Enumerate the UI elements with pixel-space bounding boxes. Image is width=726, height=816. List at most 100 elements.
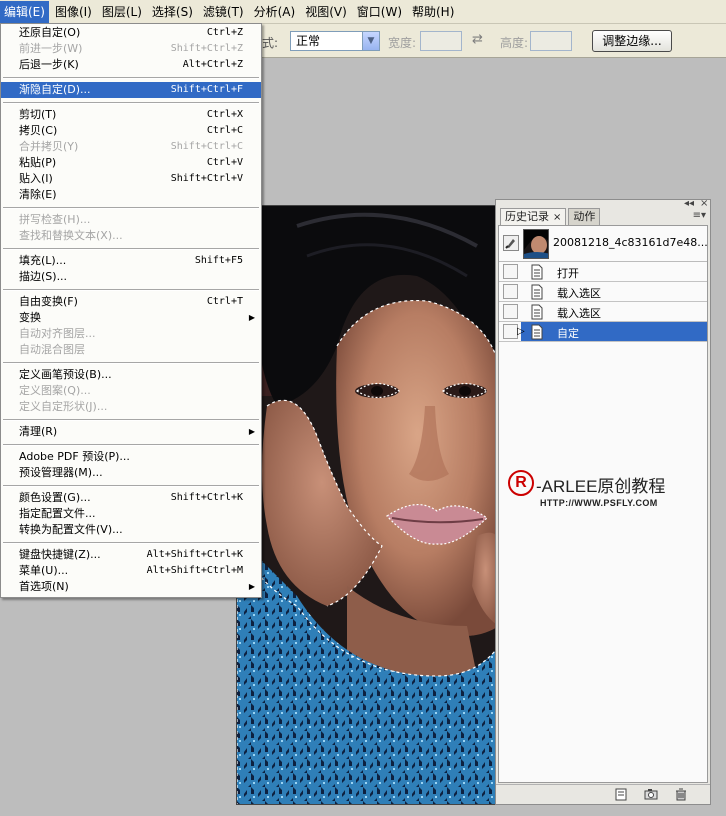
panel-menu-icon[interactable]: ≡▾	[693, 210, 706, 221]
watermark: R -ARLEE原创教程 HTTP://WWW.PSFLY.COM	[508, 470, 708, 514]
history-brush-icon[interactable]	[503, 235, 519, 251]
menu-item-preset-manager[interactable]: 预设管理器(M)...	[1, 465, 261, 481]
menu-item-preferences[interactable]: 首选项(N) ▶	[1, 579, 261, 595]
menu-item-label: 自由变换(F)	[19, 295, 78, 308]
height-label: 高度:	[500, 36, 529, 50]
menu-item-label: 变换	[19, 311, 41, 324]
menu-item-shortcut: Ctrl+X	[206, 109, 243, 120]
menu-item-label: 键盘快捷键(Z)...	[19, 548, 101, 561]
menu-view[interactable]: 视图(V)	[301, 1, 351, 23]
menu-item-label: 渐隐自定(D)...	[19, 83, 91, 96]
history-source-checkbox[interactable]	[503, 264, 518, 279]
menu-item-label: 预设管理器(M)...	[19, 466, 103, 479]
style-select[interactable]: 正常 ▼	[290, 31, 380, 51]
menu-edit[interactable]: 编辑(E)	[0, 0, 49, 23]
history-state[interactable]: 载入选区	[499, 302, 707, 322]
history-source-checkbox[interactable]	[503, 304, 518, 319]
menu-item-label: 剪切(T)	[19, 108, 57, 121]
registered-mark-icon: R	[508, 470, 534, 496]
history-state[interactable]: 打开	[499, 262, 707, 282]
snapshot-thumbnail	[523, 229, 549, 259]
close-icon[interactable]: ×	[553, 212, 561, 223]
menu-item-step-backward[interactable]: 后退一步(K) Alt+Ctrl+Z	[1, 57, 261, 73]
camera-icon[interactable]	[644, 788, 658, 801]
menu-item-shortcut: Shift+Ctrl+F	[170, 84, 243, 95]
width-input[interactable]	[420, 31, 462, 51]
menu-separator	[1, 538, 261, 547]
history-snapshot[interactable]: 20081218_4c83161d7e48...	[499, 226, 708, 262]
menu-item-label: 定义画笔预设(B)...	[19, 368, 112, 381]
menu-item-label: 定义自定形状(J)...	[19, 400, 108, 413]
submenu-arrow-icon: ▶	[248, 427, 255, 436]
menu-item-label: Adobe PDF 预设(P)...	[19, 450, 130, 463]
menu-select[interactable]: 选择(S)	[148, 1, 197, 23]
menu-item-shortcut: Shift+Ctrl+V	[170, 173, 243, 184]
menu-item-label: 粘贴(P)	[19, 156, 57, 169]
menu-item-fill[interactable]: 填充(L)... Shift+F5	[1, 253, 261, 269]
history-state-label: 载入选区	[557, 307, 601, 320]
menu-item-auto-align: 自动对齐图层...	[1, 326, 261, 342]
snapshot-name: 20081218_4c83161d7e48...	[553, 236, 708, 249]
menu-item-spell-check: 拼写检查(H)...	[1, 212, 261, 228]
menu-item-color-settings[interactable]: 颜色设置(G)... Shift+Ctrl+K	[1, 490, 261, 506]
menu-item-label: 清除(E)	[19, 188, 57, 201]
menu-item-paste[interactable]: 粘贴(P) Ctrl+V	[1, 155, 261, 171]
watermark-text: -ARLEE原创教程	[536, 477, 666, 496]
swap-arrows-icon[interactable]: ⇄	[472, 32, 483, 47]
history-state-label: 载入选区	[557, 287, 601, 300]
menu-item-shortcut: Shift+Ctrl+C	[170, 141, 243, 152]
menu-item-shortcut: Shift+Ctrl+Z	[170, 43, 243, 54]
menu-item-cut[interactable]: 剪切(T) Ctrl+X	[1, 107, 261, 123]
menu-separator	[1, 203, 261, 212]
menu-item-assign-profile[interactable]: 指定配置文件...	[1, 506, 261, 522]
menu-item-undo[interactable]: 还原自定(O) Ctrl+Z	[1, 25, 261, 41]
menu-item-stroke[interactable]: 描边(S)...	[1, 269, 261, 285]
width-label: 宽度:	[388, 36, 417, 50]
menu-item-purge[interactable]: 清理(R) ▶	[1, 424, 261, 440]
menu-item-keyboard-shortcuts[interactable]: 键盘快捷键(Z)... Alt+Shift+Ctrl+K	[1, 547, 261, 563]
watermark-url: HTTP://WWW.PSFLY.COM	[540, 498, 658, 508]
collapse-icon[interactable]: ◂◂	[684, 198, 694, 209]
menu-separator	[1, 440, 261, 449]
menu-item-label: 清理(R)	[19, 425, 58, 438]
menu-analysis[interactable]: 分析(A)	[250, 1, 300, 23]
trash-icon[interactable]	[674, 788, 688, 801]
menu-item-menus[interactable]: 菜单(U)... Alt+Shift+Ctrl+M	[1, 563, 261, 579]
menu-item-label: 后退一步(K)	[19, 58, 79, 71]
menu-separator	[1, 244, 261, 253]
menu-filter[interactable]: 滤镜(T)	[199, 1, 248, 23]
height-input[interactable]	[530, 31, 572, 51]
menu-item-fade[interactable]: 渐隐自定(D)... Shift+Ctrl+F	[1, 82, 261, 98]
menu-item-clear[interactable]: 清除(E)	[1, 187, 261, 203]
menu-item-define-brush[interactable]: 定义画笔预设(B)...	[1, 367, 261, 383]
history-state-label: 打开	[557, 267, 579, 280]
history-slider-icon[interactable]: ▷	[517, 326, 525, 337]
menu-item-label: 前进一步(W)	[19, 42, 83, 55]
menu-item-free-transform[interactable]: 自由变换(F) Ctrl+T	[1, 294, 261, 310]
history-state[interactable]: 载入选区	[499, 282, 707, 302]
menu-window[interactable]: 窗口(W)	[353, 1, 406, 23]
menu-item-convert-profile[interactable]: 转换为配置文件(V)...	[1, 522, 261, 538]
close-icon[interactable]: ×	[700, 198, 708, 209]
tab-history-label: 历史记录	[505, 210, 549, 223]
menu-item-transform[interactable]: 变换 ▶	[1, 310, 261, 326]
document-canvas[interactable]	[236, 205, 498, 805]
menu-image[interactable]: 图像(I)	[51, 1, 96, 23]
history-state-selected[interactable]: ▷ 自定	[499, 322, 707, 342]
chevron-down-icon[interactable]: ▼	[362, 32, 379, 50]
submenu-arrow-icon: ▶	[248, 582, 255, 591]
menu-item-pdf-presets[interactable]: Adobe PDF 预设(P)...	[1, 449, 261, 465]
history-source-checkbox[interactable]	[503, 284, 518, 299]
new-document-from-state-icon[interactable]	[614, 788, 628, 801]
history-source-checkbox[interactable]	[503, 324, 518, 339]
history-state-icon	[531, 284, 543, 300]
menu-item-paste-into[interactable]: 贴入(I) Shift+Ctrl+V	[1, 171, 261, 187]
refine-edge-button[interactable]: 调整边缘...	[592, 30, 672, 52]
tab-history[interactable]: 历史记录 ×	[500, 208, 567, 225]
history-state-icon	[531, 264, 543, 280]
tab-actions[interactable]: 动作	[568, 208, 601, 225]
menu-layer[interactable]: 图层(L)	[98, 1, 146, 23]
menu-item-label: 首选项(N)	[19, 580, 69, 593]
menu-item-copy[interactable]: 拷贝(C) Ctrl+C	[1, 123, 261, 139]
menu-help[interactable]: 帮助(H)	[408, 1, 458, 23]
